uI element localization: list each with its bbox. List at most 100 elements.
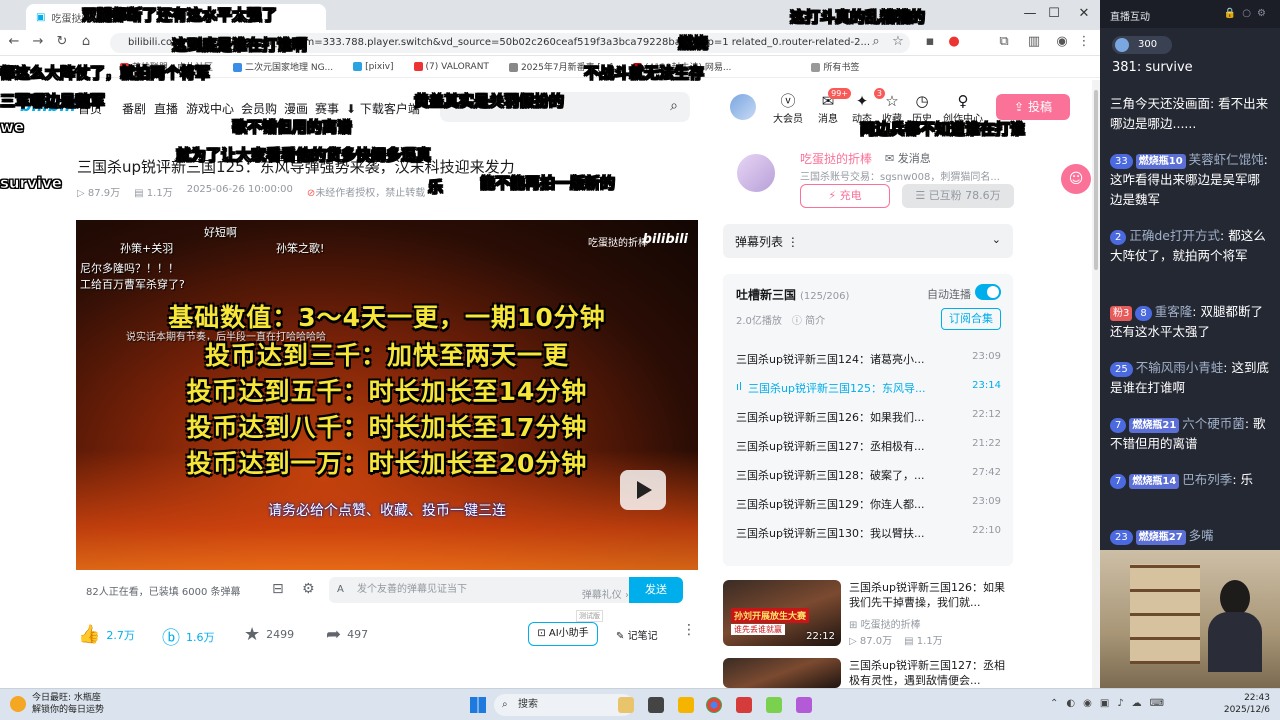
float-assistant-icon[interactable]: ☺ bbox=[1061, 164, 1091, 194]
bookmark-item[interactable]: (7) VALORANT bbox=[413, 61, 489, 72]
chat-message: 25 不输风雨小青蛙: 这到底是谁在打谁啊 bbox=[1110, 360, 1269, 395]
playlist-item[interactable]: 三国杀up锐评新三国128：破案了，... 27:42 bbox=[736, 464, 1001, 486]
danmaku-list-toggle[interactable]: 弹幕列表 ⋮ ⌄ bbox=[723, 224, 1013, 258]
nav-anime[interactable]: 番剧 bbox=[122, 100, 146, 117]
profile-icon[interactable]: ◉ bbox=[1052, 34, 1072, 49]
nav-game-center[interactable]: 游戏中心 bbox=[186, 100, 234, 117]
sidepanel-icon[interactable]: ▥ bbox=[1024, 34, 1044, 49]
search-icon[interactable]: ⌕ bbox=[670, 98, 678, 114]
recommended-title[interactable]: 三国杀up锐评新三国126：如果我们先干掉曹操，我们就... bbox=[849, 580, 1015, 610]
recommended-title[interactable]: 三国杀up锐评新三国127：丞相极有灵性，遇到敌情便会... bbox=[849, 658, 1015, 688]
taskbar-app-icon[interactable] bbox=[618, 697, 634, 713]
video-caption-line: 投币达到一万：时长加长至20分钟 bbox=[186, 449, 588, 478]
streamer bbox=[1208, 580, 1262, 672]
menu-icon[interactable]: ⋮ bbox=[1074, 34, 1094, 49]
bookmark-star-icon[interactable]: ☆ bbox=[888, 34, 908, 49]
danmaku-toggle-icon[interactable]: ⊟ bbox=[272, 581, 284, 597]
nav-download[interactable]: ⬇ 下载客户端 bbox=[346, 100, 420, 117]
header-messages[interactable]: ✉ 99+ 消息 bbox=[811, 88, 851, 125]
home-icon[interactable]: ⌂ bbox=[76, 34, 96, 49]
minimize-icon[interactable]: — bbox=[1018, 6, 1042, 21]
like-button[interactable]: 👍 2.7万 bbox=[78, 624, 135, 645]
taskbar-app-icon[interactable] bbox=[796, 697, 812, 713]
recommended-up[interactable]: ⊞ 吃蛋挞的折棒 bbox=[849, 616, 921, 631]
player-danmaku: 好短啊 bbox=[204, 226, 237, 239]
playlist-item[interactable]: 三国杀up锐评新三国124：诸葛亮小... 23:09 bbox=[736, 348, 1001, 370]
recommended-video[interactable]: 孙刘开展放生大赛 谁先丢谁就赢 22:12 三国杀up锐评新三国126：如果我们… bbox=[723, 580, 1015, 648]
bookmark-item[interactable]: 二次元国家地理 NG... bbox=[232, 60, 333, 73]
video-player[interactable]: 好短啊 孙策+关羽 孙笨之歌! 尼尔多隆吗？！！！ 工给百万曹军杀穿了? 说实话… bbox=[76, 220, 698, 570]
bookmark-item[interactable]: [pixiv] bbox=[353, 61, 394, 72]
chrome-icon[interactable] bbox=[706, 697, 722, 713]
maximize-icon[interactable]: ☐ bbox=[1042, 6, 1066, 21]
taskbar-app-icon[interactable] bbox=[766, 697, 782, 713]
windows-taskbar: 今日最旺: 水瓶座 解锁你的每日运势 ⌕ 搜索 ⌃◐◉▣♪☁⌨ 22:43 2025/… bbox=[0, 688, 1280, 720]
nav-manga[interactable]: 漫画 bbox=[284, 100, 308, 117]
danmaku-etiquette-link[interactable]: 弹幕礼仪 › bbox=[582, 583, 629, 609]
playlist-item[interactable]: 三国杀up锐评新三国129：你连人都... 23:09 bbox=[736, 493, 1001, 515]
coin-button[interactable]: ⓑ 1.6万 bbox=[162, 624, 215, 650]
file-explorer-icon[interactable] bbox=[678, 697, 694, 713]
font-style-icon[interactable]: A bbox=[337, 577, 344, 603]
nav-live[interactable]: 直播 bbox=[154, 100, 178, 117]
intro-link[interactable]: ⓘ 简介 bbox=[792, 312, 825, 327]
autoplay-toggle[interactable] bbox=[975, 284, 1001, 300]
playlist-item-current[interactable]: 三国杀up锐评新三国125：东风导... ıl 23:14 bbox=[736, 377, 1001, 399]
zoom-icon[interactable]: ⌕ bbox=[866, 34, 886, 49]
user-avatar[interactable] bbox=[730, 94, 756, 120]
danmaku-input[interactable]: A 发个友善的弹幕见证当下 弹幕礼仪 › bbox=[329, 577, 629, 603]
windows-start-icon[interactable] bbox=[470, 697, 486, 713]
share-button[interactable]: ➦ 497 bbox=[326, 624, 368, 645]
danmaku-settings-icon[interactable]: ⚙ bbox=[302, 581, 315, 597]
wps-icon[interactable] bbox=[736, 697, 752, 713]
view-count: ▷ 87.9万 bbox=[77, 188, 121, 199]
ai-assistant-button[interactable]: ⊡ AI小助手 bbox=[528, 622, 598, 646]
weather-widget[interactable]: 今日最旺: 水瓶座 解锁你的每日运势 bbox=[10, 692, 104, 716]
chat-message: 7 燃烧瓶21 六个硬币菌: 歌不错但用的离谱 bbox=[1110, 416, 1266, 451]
header-vip[interactable]: ⓥ 大会员 bbox=[771, 92, 805, 125]
charge-button[interactable]: ⚡ 充电 bbox=[800, 184, 890, 208]
player-danmaku: 孙策+关羽 bbox=[120, 242, 174, 255]
collection-title[interactable]: 吐槽新三国 (125/206) bbox=[736, 286, 849, 303]
recommended-thumbnail[interactable]: 孙刘开展放生大赛 谁先丢谁就赢 22:12 bbox=[723, 580, 841, 646]
streamer-body bbox=[1208, 612, 1262, 672]
close-icon[interactable]: ✕ bbox=[1072, 6, 1096, 21]
bookmark-item[interactable]: 所有书签 bbox=[811, 60, 859, 73]
overlay-danmaku: 歌不错但用的离谱 bbox=[232, 118, 353, 137]
follow-button[interactable]: ☰ 已互粉 78.6万 bbox=[902, 184, 1014, 208]
subscribe-collection-button[interactable]: 订阅合集 bbox=[941, 308, 1001, 330]
more-icon[interactable]: ⋮ bbox=[682, 622, 696, 638]
favorite-button[interactable]: ★ 2499 bbox=[244, 624, 294, 645]
recommended-thumbnail[interactable] bbox=[723, 658, 841, 688]
extension-icon[interactable]: ▪ bbox=[920, 34, 940, 49]
adblock-icon[interactable]: ● bbox=[944, 34, 964, 49]
playlist-item[interactable]: 三国杀up锐评新三国126：如果我们... 22:12 bbox=[736, 406, 1001, 428]
scrollbar-thumb[interactable] bbox=[1094, 90, 1098, 270]
nav-mall[interactable]: 会员购 bbox=[241, 100, 277, 117]
send-message-button[interactable]: ✉ 发消息 bbox=[885, 150, 931, 166]
reload-icon[interactable]: ↻ bbox=[52, 34, 72, 49]
forward-icon[interactable]: → bbox=[28, 34, 48, 49]
system-tray[interactable]: ⌃◐◉▣♪☁⌨ bbox=[1050, 698, 1172, 709]
taskbar-search[interactable]: ⌕ 搜索 bbox=[494, 694, 634, 716]
send-danmaku-button[interactable]: 发送 bbox=[629, 577, 683, 603]
up-icon: ⊞ bbox=[849, 620, 858, 631]
taskbar-clock[interactable]: 22:43 2025/12/6 bbox=[1224, 692, 1270, 716]
puzzle-icon[interactable]: ⧉ bbox=[994, 34, 1014, 49]
back-icon[interactable]: ← bbox=[4, 34, 24, 49]
nav-esports[interactable]: 赛事 bbox=[315, 100, 339, 117]
chat-header-icons[interactable]: 🔒○⚙ bbox=[1224, 8, 1272, 19]
message-icon: ✉ bbox=[885, 152, 895, 165]
playlist-item[interactable]: 三国杀up锐评新三国127：丞相极有... 21:22 bbox=[736, 435, 1001, 457]
playlist-item[interactable]: 三国杀up锐评新三国130：我以臂扶... 22:10 bbox=[736, 522, 1001, 544]
notes-button[interactable]: ✎ 记笔记 bbox=[616, 627, 658, 642]
taskbar-app-icon[interactable] bbox=[648, 697, 664, 713]
up-avatar[interactable] bbox=[735, 152, 777, 194]
watching-count: 82人正在看，已装填 6000 条弹幕 bbox=[86, 587, 241, 598]
up-name[interactable]: 吃蛋挞的折棒 bbox=[800, 150, 872, 167]
bilibili-favicon-icon: ▣ bbox=[36, 11, 46, 23]
recommended-video[interactable]: 三国杀up锐评新三国127：丞相极有灵性，遇到敌情便会... bbox=[723, 658, 1015, 688]
upload-button[interactable]: ⇪ 投稿 bbox=[996, 94, 1070, 120]
play-button[interactable] bbox=[620, 470, 666, 510]
overlay-danmaku: 不战斗就无法生存 bbox=[584, 64, 705, 83]
